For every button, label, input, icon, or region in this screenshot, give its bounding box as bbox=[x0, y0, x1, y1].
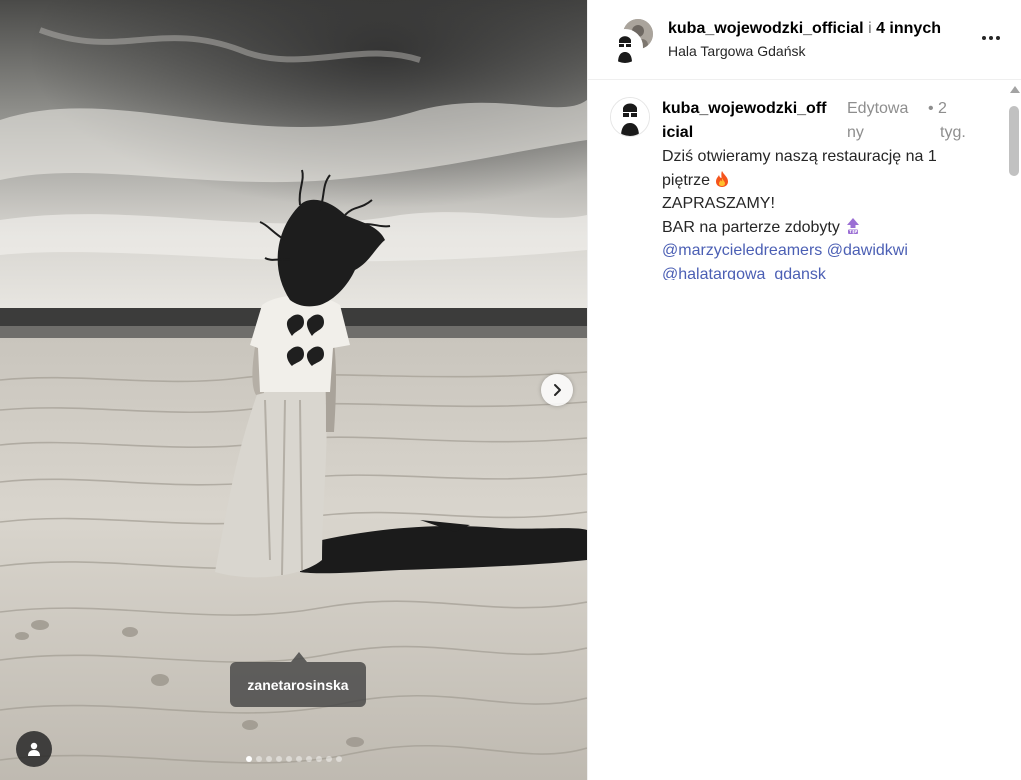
mention-link[interactable]: @dawidkwi bbox=[827, 242, 908, 259]
caption-line: BAR na parterze zdobyty bbox=[662, 216, 992, 240]
tagged-users-button[interactable] bbox=[16, 731, 52, 767]
scrollbar-thumb[interactable] bbox=[1009, 106, 1019, 176]
carousel-dot bbox=[246, 756, 252, 762]
carousel-dot bbox=[276, 756, 282, 762]
collab-avatars[interactable] bbox=[607, 17, 655, 65]
chevron-right-icon bbox=[554, 384, 561, 396]
caption-avatar[interactable] bbox=[610, 97, 650, 137]
author-username-link[interactable]: kuba_wojewodzki_official bbox=[668, 20, 864, 37]
scroll-up-arrow-icon[interactable] bbox=[1010, 86, 1020, 93]
fire-emoji-icon bbox=[716, 170, 729, 187]
user-tag-bubble[interactable]: zanetarosinska bbox=[230, 662, 366, 707]
more-dot bbox=[996, 36, 1000, 40]
more-horizontal-icon bbox=[982, 36, 986, 40]
caption-line: ZAPRASZAMY! bbox=[662, 195, 775, 212]
caption-text: Dziś otwieramy naszą restaurację na 1 pi… bbox=[662, 145, 992, 280]
collaborators-link[interactable]: 4 innych bbox=[876, 20, 941, 37]
carousel-dot bbox=[306, 756, 312, 762]
carousel-dot bbox=[336, 756, 342, 762]
carousel-indicator bbox=[229, 754, 359, 764]
location-link[interactable]: Hala Targowa Gdańsk bbox=[668, 43, 805, 59]
edited-label: Edytowa ny bbox=[847, 100, 909, 141]
next-photo-button[interactable] bbox=[541, 374, 573, 406]
more-dot bbox=[989, 36, 993, 40]
carousel-dot bbox=[266, 756, 272, 762]
caption-line: Dziś otwieramy naszą restaurację na 1 bbox=[662, 148, 937, 165]
caption-line: piętrze bbox=[662, 169, 992, 193]
more-options-button[interactable] bbox=[976, 26, 1006, 50]
post-author-line: kuba_wojewodzki_official i 4 innych bbox=[668, 19, 941, 39]
mention-link[interactable]: @marzycieledreamers bbox=[662, 242, 822, 259]
carousel-dot bbox=[256, 756, 262, 762]
carousel-dot bbox=[296, 756, 302, 762]
post-header: kuba_wojewodzki_official i 4 innych Hala… bbox=[588, 0, 1021, 80]
post-timestamp[interactable]: • 2 tyg. bbox=[928, 97, 998, 145]
caption-line: @marzycieledreamers @dawidkwi bbox=[662, 239, 992, 263]
carousel-dot bbox=[286, 756, 292, 762]
avatar bbox=[607, 29, 643, 65]
caption-scrollbar[interactable] bbox=[1008, 84, 1021, 284]
user-tag-label: zanetarosinska bbox=[247, 676, 349, 693]
author-separator: i bbox=[868, 20, 872, 37]
mention-link[interactable]: @halatargowa_gdansk bbox=[662, 266, 826, 281]
tag-bubble-arrow bbox=[291, 652, 307, 662]
caption-username-link[interactable]: kuba_wojewodzki_off icial bbox=[662, 97, 846, 145]
carousel-dot bbox=[316, 756, 322, 762]
post-photo[interactable]: zanetarosinska bbox=[0, 0, 587, 780]
caption-line: @halatargowa_gdansk bbox=[662, 263, 992, 281]
person-icon bbox=[28, 742, 40, 756]
post-caption: kuba_wojewodzki_off icial Edytowa ny • 2 ty… bbox=[588, 80, 1008, 280]
top-arrow-emoji-icon bbox=[847, 217, 860, 234]
post-side-panel: kuba_wojewodzki_official i 4 innych Hala… bbox=[587, 0, 1021, 780]
carousel-dot bbox=[326, 756, 332, 762]
